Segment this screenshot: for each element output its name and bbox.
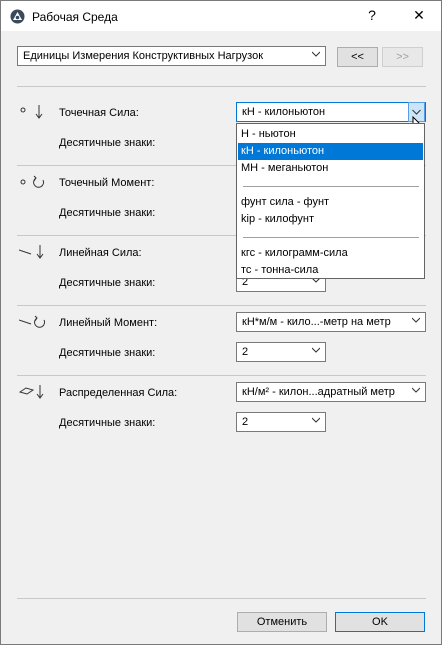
dropdown-item-kilonewton[interactable]: кН - килоньютон: [238, 143, 423, 160]
point-moment-label: Точечный Момент:: [59, 177, 155, 189]
separator: [17, 375, 426, 376]
ok-button[interactable]: OK: [335, 612, 425, 632]
next-scheme-button[interactable]: >>: [382, 47, 423, 67]
help-button[interactable]: ?: [362, 7, 382, 23]
line-moment-decimals-label: Десятичные знаки:: [59, 347, 156, 359]
point-force-label: Точечная Сила:: [59, 107, 139, 119]
point-force-unit-value: кН - килоньютон: [242, 106, 326, 118]
line-moment-decimals-select[interactable]: 2: [236, 342, 326, 362]
line-moment-unit-select[interactable]: кН*м/м - кило...-метр на метр: [236, 312, 426, 332]
dropdown-separator: [243, 186, 419, 187]
line-moment-label: Линейный Момент:: [59, 317, 158, 329]
dropdown-separator: [243, 237, 419, 238]
window-title: Рабочая Среда: [32, 10, 118, 24]
title-bar: Рабочая Среда ? ✕: [1, 1, 441, 31]
separator: [17, 598, 426, 599]
dropdown-item-newton[interactable]: Н - ньютон: [238, 126, 423, 143]
line-force-label: Линейная Сила:: [59, 247, 142, 259]
line-moment-unit-value: кН*м/м - кило...-метр на метр: [242, 316, 391, 328]
separator: [17, 86, 426, 87]
chevron-down-icon: [312, 347, 320, 353]
point-force-decimals-label: Десятичные знаки:: [59, 137, 156, 149]
cancel-button[interactable]: Отменить: [237, 612, 327, 632]
dropdown-item-kip[interactable]: kip - килофунт: [238, 211, 423, 228]
line-moment-icon: [19, 315, 45, 328]
distributed-force-decimals-value: 2: [242, 416, 249, 428]
chevron-down-icon: [412, 109, 421, 115]
dropdown-item-pound-force[interactable]: фунт сила - фунт: [238, 194, 423, 211]
dropdown-item-tonne-force[interactable]: тс - тонна-сила: [238, 262, 423, 279]
point-moment-icon: [20, 175, 45, 188]
scheme-select-value: Единицы Измерения Конструктивных Нагрузо…: [23, 50, 264, 62]
prev-scheme-button[interactable]: <<: [337, 47, 378, 67]
chevron-down-icon: [312, 417, 320, 423]
distributed-force-decimals-select[interactable]: 2: [236, 412, 326, 432]
chevron-down-icon: [312, 51, 320, 57]
point-force-icon: [20, 105, 43, 119]
scheme-select[interactable]: Единицы Измерения Конструктивных Нагрузо…: [17, 46, 326, 66]
distributed-force-decimals-label: Десятичные знаки:: [59, 417, 156, 429]
distributed-force-unit-value: кН/м² - килон...адратный метр: [242, 386, 395, 398]
line-force-decimals-label: Десятичные знаки:: [59, 277, 156, 289]
distributed-force-unit-select[interactable]: кН/м² - килон...адратный метр: [236, 382, 426, 402]
separator: [17, 305, 426, 306]
dropdown-item-kilogram-force[interactable]: кгс - килограмм-сила: [238, 245, 423, 262]
point-moment-decimals-label: Десятичные знаки:: [59, 207, 156, 219]
dropdown-item-meganewton[interactable]: МН - меганьютон: [238, 160, 423, 177]
line-moment-decimals-value: 2: [242, 346, 249, 358]
point-force-unit-select[interactable]: кН - килоньютон: [236, 102, 426, 122]
line-force-icon: [19, 245, 44, 259]
distributed-force-label: Распределенная Сила:: [59, 387, 178, 399]
chevron-down-icon: [412, 387, 420, 393]
archicad-icon: [10, 9, 25, 24]
unit-dropdown-list: Н - ньютон кН - килоньютон МН - меганьют…: [236, 123, 425, 279]
close-button[interactable]: ✕: [409, 7, 429, 24]
distributed-force-icon: [19, 385, 44, 399]
chevron-down-icon: [412, 317, 420, 323]
